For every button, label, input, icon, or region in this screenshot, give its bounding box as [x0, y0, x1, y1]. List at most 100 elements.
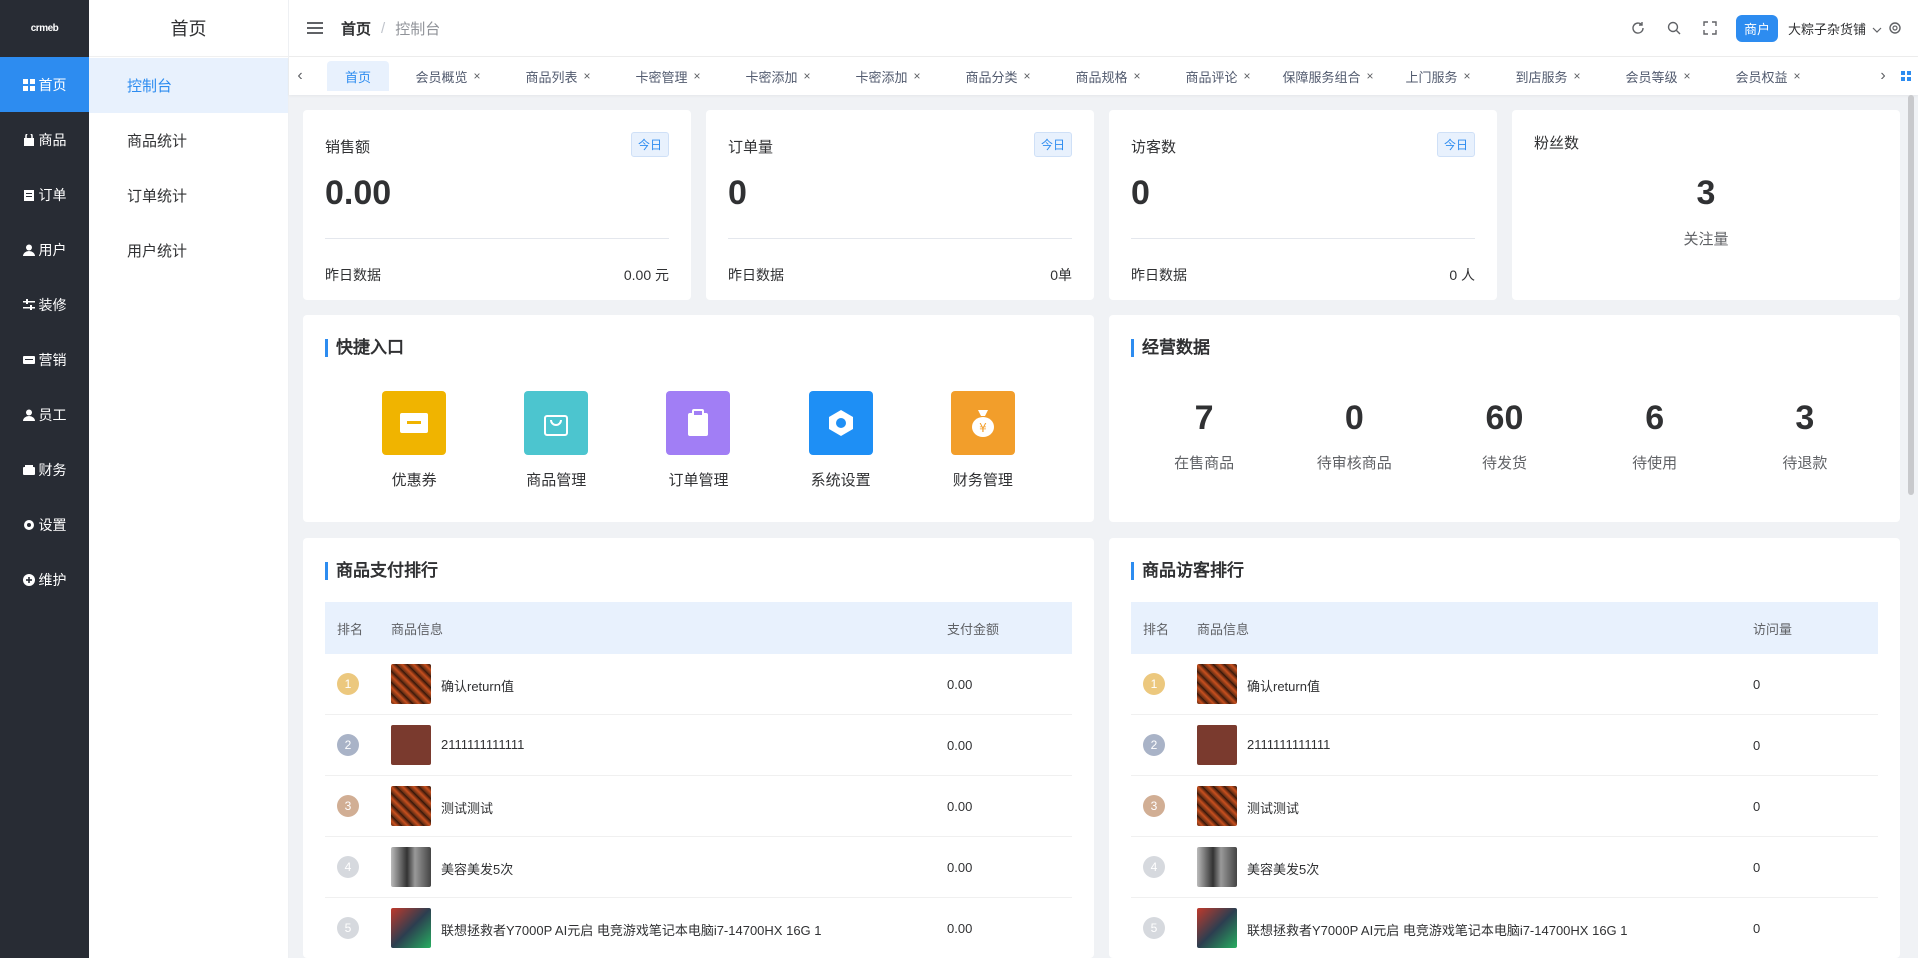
biz-label: 待退款 — [1782, 455, 1828, 472]
sidebar-item-staff[interactable]: 员工 — [0, 387, 89, 442]
stat-label: 粉丝数 — [1534, 135, 1580, 152]
visits: 0 — [1753, 798, 1761, 814]
scrollbar[interactable] — [1908, 95, 1914, 495]
divider — [325, 238, 669, 239]
close-icon[interactable]: × — [914, 69, 921, 83]
submenu-item-goods-stats[interactable]: 商品统计 — [89, 113, 288, 168]
logo[interactable]: crmeb — [0, 0, 89, 57]
sidebar-item-settings[interactable]: 设置 — [0, 497, 89, 552]
table-row[interactable]: 2 2111111111111 0.00 — [325, 715, 1072, 776]
sidebar-item-goods[interactable]: 商品 — [0, 112, 89, 167]
table-row[interactable]: 5 联想拯救者Y7000P AI元启 电竞游戏笔记本电脑i7-14700HX 1… — [325, 898, 1072, 958]
col-rank: 排名 — [1143, 621, 1170, 637]
tab-member-overview[interactable]: 会员概览 × — [393, 61, 503, 91]
shopping-bag-icon — [524, 391, 589, 455]
table-row[interactable]: 1 确认return值 0 — [1131, 654, 1878, 715]
tab-goods-review[interactable]: 商品评论 × — [1163, 61, 1273, 91]
table-row[interactable]: 4 美容美发5次 0 — [1131, 837, 1878, 898]
refresh-icon[interactable] — [1620, 21, 1656, 35]
sidebar-item-home[interactable]: 首页 — [0, 57, 89, 112]
tab-home[interactable]: 首页 — [327, 61, 389, 91]
fullscreen-icon[interactable] — [1692, 21, 1728, 35]
tabs-scroll-left-icon[interactable]: ‹ — [289, 67, 311, 85]
tabs-menu-icon[interactable] — [1894, 71, 1918, 81]
close-icon[interactable]: × — [804, 69, 811, 83]
stat-foot-label: 昨日数据 — [728, 267, 784, 283]
tab-list: 首页 会员概览 × 商品列表 × 卡密管理 × 卡密添加 × 卡密添加 × 商品分类 × 商… — [311, 57, 1872, 95]
product-thumbnail — [391, 664, 431, 704]
search-icon[interactable] — [1656, 21, 1692, 35]
close-icon[interactable]: × — [1574, 69, 1581, 83]
tab-member-rights[interactable]: 会员权益 × — [1713, 61, 1823, 91]
biz-item-pending-review[interactable]: 0 待审核商品 — [1294, 399, 1414, 473]
menu-toggle-icon[interactable] — [307, 22, 323, 34]
sidebar-item-decorate[interactable]: 装修 — [0, 277, 89, 332]
close-icon[interactable]: × — [584, 69, 591, 83]
main-sidebar: crmeb 首页 商品 订单 用户 装修 营销 员工 财务 设置 维护 — [0, 0, 89, 958]
sidebar-item-users[interactable]: 用户 — [0, 222, 89, 277]
clipboard-icon — [23, 189, 35, 201]
visit-rank-card: 商品访客排行 排名 商品信息 访问量 1 确认return值 0 2 21111… — [1109, 538, 1900, 958]
close-icon[interactable]: × — [474, 69, 481, 83]
biz-item-on-sale[interactable]: 7 在售商品 — [1144, 399, 1264, 473]
tab-guarantee[interactable]: 保障服务组合 × — [1273, 61, 1383, 91]
rank-badge: 1 — [1143, 673, 1165, 695]
biz-label: 待发货 — [1481, 455, 1527, 472]
sidebar-item-orders[interactable]: 订单 — [0, 167, 89, 222]
chevron-down-icon — [1872, 21, 1882, 36]
sidebar-item-label: 设置 — [38, 516, 67, 533]
table-row[interactable]: 1 确认return值 0.00 — [325, 654, 1072, 715]
table-row[interactable]: 3 测试测试 0 — [1131, 776, 1878, 837]
close-icon[interactable]: × — [1684, 69, 1691, 83]
tab-card-add-2[interactable]: 卡密添加 × — [833, 61, 943, 91]
close-icon[interactable]: × — [1134, 69, 1141, 83]
stat-label: 访客数 — [1131, 139, 1177, 156]
tab-goods-category[interactable]: 商品分类 × — [943, 61, 1053, 91]
quick-item-goods[interactable]: 商品管理 — [506, 391, 606, 490]
table-row[interactable]: 3 测试测试 0.00 — [325, 776, 1072, 837]
breadcrumb-separator: / — [381, 19, 386, 37]
gear-icon[interactable] — [1882, 21, 1908, 35]
tab-goods-list[interactable]: 商品列表 × — [503, 61, 613, 91]
sidebar-item-marketing[interactable]: 营销 — [0, 332, 89, 387]
submenu-item-dashboard[interactable]: 控制台 — [89, 58, 288, 113]
user-icon — [22, 244, 35, 256]
quick-item-settings[interactable]: 系统设置 — [791, 391, 891, 490]
sidebar-item-finance[interactable]: 财务 — [0, 442, 89, 497]
sidebar-item-label: 营销 — [38, 351, 67, 368]
quick-item-finance[interactable]: ¥ 财务管理 — [933, 391, 1033, 490]
close-icon[interactable]: × — [1024, 69, 1031, 83]
stat-card-sales: 销售额 今日 0.00 昨日数据 0.00 元 — [303, 110, 691, 300]
tabs-scroll-right-icon[interactable]: › — [1872, 67, 1894, 85]
biz-item-to-use[interactable]: 6 待使用 — [1595, 399, 1715, 473]
tab-member-level[interactable]: 会员等级 × — [1603, 61, 1713, 91]
amount: 0.00 — [947, 920, 973, 936]
tab-card-add[interactable]: 卡密添加 × — [723, 61, 833, 91]
close-icon[interactable]: × — [1244, 69, 1251, 83]
table-row[interactable]: 2 2111111111111 0 — [1131, 715, 1878, 776]
close-icon[interactable]: × — [694, 69, 701, 83]
table-row[interactable]: 4 美容美发5次 0.00 — [325, 837, 1072, 898]
submenu-item-user-stats[interactable]: 用户统计 — [89, 223, 288, 278]
tab-goods-spec[interactable]: 商品规格 × — [1053, 61, 1163, 91]
shop-name-dropdown[interactable]: 大粽子杂货铺 — [1788, 19, 1882, 38]
breadcrumb-home[interactable]: 首页 — [341, 18, 371, 39]
biz-item-to-ship[interactable]: 60 待发货 — [1444, 399, 1564, 473]
close-icon[interactable]: × — [1794, 69, 1801, 83]
col-goods: 商品信息 — [1197, 621, 1250, 637]
quick-item-coupon[interactable]: 优惠券 — [364, 391, 464, 490]
tab-door-service[interactable]: 上门服务 × — [1383, 61, 1493, 91]
sidebar-item-maintain[interactable]: 维护 — [0, 552, 89, 607]
biz-item-to-refund[interactable]: 3 待退款 — [1745, 399, 1865, 473]
tab-label: 会员等级 — [1625, 69, 1678, 85]
tab-store-service[interactable]: 到店服务 × — [1493, 61, 1603, 91]
tab-card-manage[interactable]: 卡密管理 × — [613, 61, 723, 91]
quick-item-orders[interactable]: 订单管理 — [648, 391, 748, 490]
visits: 0 — [1753, 859, 1761, 875]
close-icon[interactable]: × — [1367, 69, 1374, 83]
status-badge: 今日 — [1436, 132, 1475, 157]
submenu-item-order-stats[interactable]: 订单统计 — [89, 168, 288, 223]
close-icon[interactable]: × — [1464, 69, 1471, 83]
merchant-badge[interactable]: 商户 — [1735, 14, 1778, 42]
table-row[interactable]: 5 联想拯救者Y7000P AI元启 电竞游戏笔记本电脑i7-14700HX 1… — [1131, 898, 1878, 958]
